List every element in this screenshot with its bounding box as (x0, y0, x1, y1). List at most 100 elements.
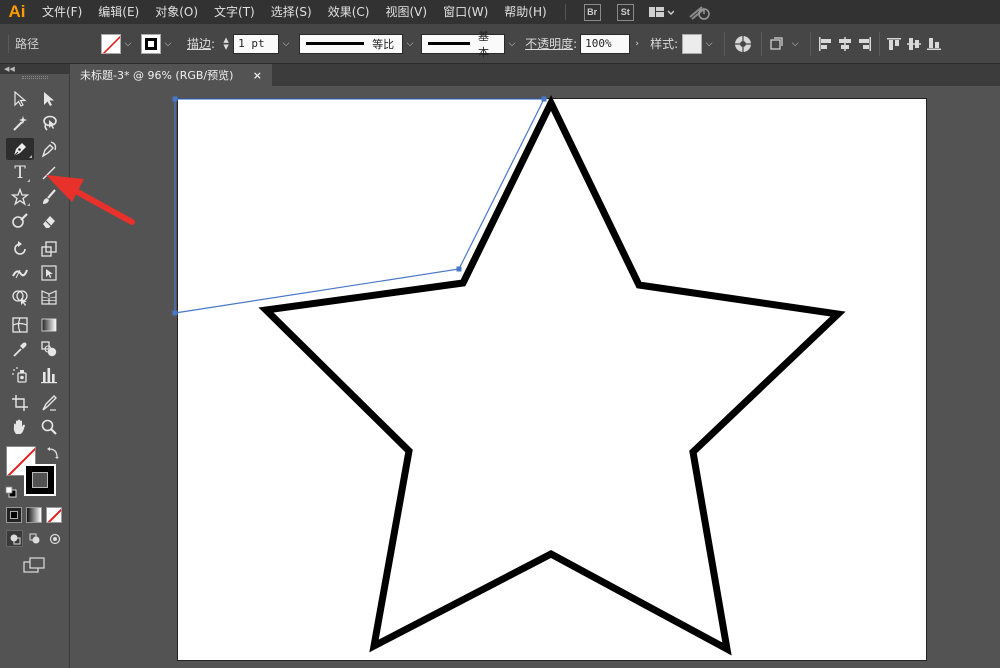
stroke-weight-field[interactable]: 1 pt (233, 33, 280, 54)
canvas-area[interactable] (70, 86, 1000, 668)
tools-panel: ◀◀ T (0, 64, 70, 668)
shape-builder-tool[interactable] (8, 286, 32, 308)
profile-label: 等比 (372, 37, 395, 51)
color-mode-solid[interactable] (6, 507, 22, 523)
stroke-swatch[interactable] (141, 33, 162, 54)
scale-tool[interactable] (37, 238, 61, 260)
perspective-grid-tool[interactable] (37, 286, 61, 308)
close-icon[interactable]: × (253, 69, 262, 82)
menu-view[interactable]: 视图(V) (377, 0, 435, 24)
align-horizontal-center-icon[interactable] (835, 34, 855, 54)
opacity-label[interactable]: 不透明度 (525, 35, 573, 52)
graphic-style-swatch[interactable] (682, 33, 703, 54)
menu-file[interactable]: 文件(F) (34, 0, 90, 24)
chevron-down-icon[interactable]: ⌵ (403, 33, 417, 55)
control-divider (724, 31, 726, 56)
bridge-button[interactable]: Br (583, 3, 601, 21)
app-logo: Ai (8, 2, 26, 21)
opacity-field[interactable]: 100% (580, 33, 631, 54)
width-tool[interactable] (8, 262, 32, 284)
tool-flyout-indicator (29, 155, 32, 158)
shaper-tool[interactable] (8, 210, 32, 232)
curvature-tool[interactable] (37, 138, 61, 160)
chevron-down-icon[interactable]: ⌵ (161, 33, 175, 55)
collapse-panel-icon[interactable]: ◀◀ (0, 64, 69, 74)
artboard[interactable] (177, 98, 927, 661)
stroke-color-box[interactable] (24, 464, 56, 496)
free-transform-tool[interactable] (37, 262, 61, 284)
color-mode-none[interactable] (46, 507, 62, 523)
menu-bar: Ai 文件(F) 编辑(E) 对象(O) 文字(T) 选择(S) 效果(C) 视… (0, 0, 1000, 24)
menu-divider (564, 4, 566, 20)
mesh-tool[interactable] (8, 314, 32, 336)
stroke-colon: : (211, 36, 216, 51)
stepper-icon[interactable]: ▲ ▼ (219, 33, 233, 55)
stroke-label[interactable]: 描边 (187, 35, 211, 52)
recolor-artwork-icon[interactable] (733, 34, 753, 54)
tool-flyout-indicator (27, 179, 30, 182)
workspace-layout-icon[interactable] (648, 5, 674, 19)
menu-select[interactable]: 选择(S) (263, 0, 320, 24)
align-right-icon[interactable] (855, 34, 875, 54)
draw-normal-icon[interactable] (6, 530, 23, 547)
align-to-selection-icon[interactable] (768, 34, 788, 54)
rotate-tool[interactable] (8, 238, 32, 260)
control-divider (879, 31, 881, 56)
tool-flyout-indicator (27, 203, 30, 206)
zoom-tool[interactable] (37, 416, 61, 438)
menu-edit[interactable]: 编辑(E) (90, 0, 147, 24)
column-graph-tool[interactable] (37, 364, 61, 386)
brush-line-preview (428, 42, 471, 45)
opacity-colon: : (573, 36, 578, 51)
chevron-down-icon[interactable]: ⌵ (702, 33, 716, 55)
paintbrush-tool[interactable] (37, 186, 61, 208)
blend-tool[interactable] (37, 338, 61, 360)
eyedropper-tool[interactable] (8, 338, 32, 360)
draw-behind-icon[interactable] (26, 530, 43, 547)
align-bottom-icon[interactable] (924, 34, 944, 54)
menu-window[interactable]: 窗口(W) (435, 0, 496, 24)
star-tool[interactable] (8, 186, 32, 208)
draw-inside-icon[interactable] (46, 530, 63, 547)
direct-selection-tool[interactable] (37, 88, 61, 110)
pen-tool[interactable] (6, 138, 34, 160)
menu-help[interactable]: 帮助(H) (496, 0, 554, 24)
gradient-tool[interactable] (37, 314, 61, 336)
chevron-down-icon[interactable]: ⌵ (505, 33, 519, 55)
brush-label: 基本 (478, 29, 490, 59)
color-mode-gradient[interactable] (26, 507, 42, 523)
swap-fill-stroke-icon[interactable] (46, 446, 60, 460)
magic-wand-tool[interactable] (8, 112, 32, 134)
document-tab[interactable]: 未标题-3* @ 96% (RGB/预览) × (70, 64, 272, 86)
eraser-tool[interactable] (37, 210, 61, 232)
brush-definition[interactable]: 基本 (421, 30, 506, 59)
default-fill-stroke-icon[interactable] (5, 486, 17, 498)
chevron-down-icon[interactable]: ⌵ (279, 33, 293, 55)
control-divider (761, 31, 763, 56)
align-vertical-center-icon[interactable] (904, 34, 924, 54)
chevron-down-icon[interactable]: ⌵ (788, 33, 802, 55)
screen-mode-icon[interactable] (22, 556, 48, 574)
variable-width-profile[interactable]: 等比 (299, 33, 404, 54)
stock-button[interactable]: St (616, 3, 634, 21)
lasso-tool[interactable] (37, 112, 61, 134)
line-segment-tool[interactable] (37, 162, 61, 184)
chevron-down-icon[interactable]: ⌵ (121, 33, 135, 55)
panel-grip[interactable] (22, 76, 48, 79)
menu-effect[interactable]: 效果(C) (320, 0, 378, 24)
menu-type[interactable]: 文字(T) (206, 0, 263, 24)
align-top-icon[interactable] (884, 34, 904, 54)
gpu-performance-icon[interactable] (686, 3, 712, 21)
selection-tool[interactable] (8, 88, 32, 110)
fill-swatch[interactable] (101, 33, 122, 54)
align-left-icon[interactable] (815, 34, 835, 54)
hand-tool[interactable] (8, 416, 32, 438)
slice-tool[interactable] (37, 392, 61, 414)
menu-object[interactable]: 对象(O) (147, 0, 206, 24)
control-bar: 路径 ⌵ ⌵ 描边 : ▲ ▼ 1 pt ⌵ 等比 ⌵ 基本 ⌵ 不透明度 : 1… (0, 24, 1000, 64)
type-tool[interactable]: T (8, 162, 32, 184)
artboard-tool[interactable] (8, 392, 32, 414)
chevron-right-icon[interactable]: › (630, 33, 644, 55)
symbol-sprayer-tool[interactable] (8, 364, 32, 386)
selection-type-label: 路径 (15, 37, 40, 51)
